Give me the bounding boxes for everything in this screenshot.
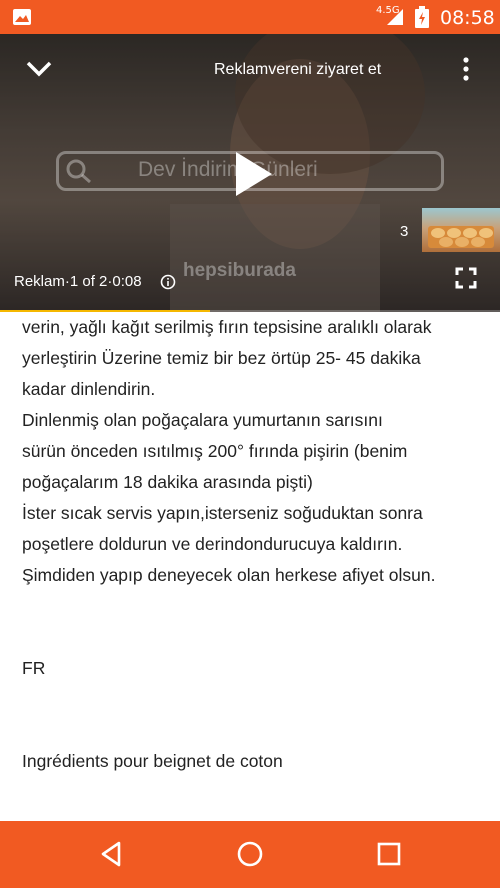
article-line: Dinlenmiş olan poğaçalara yumurtanın sar… bbox=[22, 410, 383, 430]
article-blank-line bbox=[22, 622, 482, 653]
collapse-chevron-icon[interactable] bbox=[25, 56, 53, 80]
article-line: verin, yağlı kağıt serilmiş fırın tepsis… bbox=[22, 317, 432, 337]
home-icon[interactable] bbox=[235, 839, 265, 869]
more-vert-icon[interactable] bbox=[458, 56, 474, 84]
navigation-bar bbox=[0, 821, 500, 888]
ad-counter: Reklam·1 of 2·0:08 bbox=[14, 273, 142, 290]
back-icon[interactable] bbox=[97, 839, 127, 869]
article-blank-line bbox=[22, 715, 482, 746]
article-blank-line bbox=[22, 591, 482, 622]
status-clock: 08:58 bbox=[440, 7, 495, 29]
article-line: poğaçalarım 18 dakika arasında pişti) bbox=[22, 472, 313, 492]
recents-icon[interactable] bbox=[374, 839, 404, 869]
article-line: sürün önceden ısıtılmış 200° fırında piş… bbox=[22, 441, 408, 461]
article-line: FR bbox=[22, 658, 46, 678]
signal-icon bbox=[387, 9, 403, 25]
info-icon[interactable] bbox=[160, 274, 176, 290]
play-icon[interactable] bbox=[228, 148, 276, 200]
article-blank-line bbox=[22, 684, 482, 715]
article-line: Ingrédients pour beignet de coton bbox=[22, 751, 283, 771]
next-video-thumbnail[interactable] bbox=[422, 208, 500, 252]
fullscreen-icon[interactable] bbox=[455, 267, 477, 289]
queue-count: 3 bbox=[400, 223, 409, 240]
video-ad-player[interactable]: Dev İndirim Günleri hepsiburada Reklamve… bbox=[0, 34, 500, 312]
visit-advertiser-link[interactable]: Reklamvereni ziyaret et bbox=[214, 61, 381, 79]
ad-search-icon bbox=[66, 159, 91, 184]
battery-icon bbox=[415, 6, 429, 28]
article-line: İster sıcak servis yapın,isterseniz soğu… bbox=[22, 503, 423, 523]
status-bar: 4.5G 08:58 bbox=[0, 0, 500, 34]
brand-watermark: hepsiburada bbox=[183, 260, 296, 281]
article-line: Şimdiden yapıp deneyecek olan herkese af… bbox=[22, 565, 436, 585]
article-line: kadar dinlendirin. bbox=[22, 379, 156, 399]
article-line: yerleştirin Üzerine temiz bir bez örtüp … bbox=[22, 348, 421, 368]
article-line: poşetlere doldurun ve derindondurucuya k… bbox=[22, 534, 403, 554]
recipe-article: verin, yağlı kağıt serilmiş fırın tepsis… bbox=[22, 312, 482, 777]
gallery-icon bbox=[13, 9, 31, 25]
